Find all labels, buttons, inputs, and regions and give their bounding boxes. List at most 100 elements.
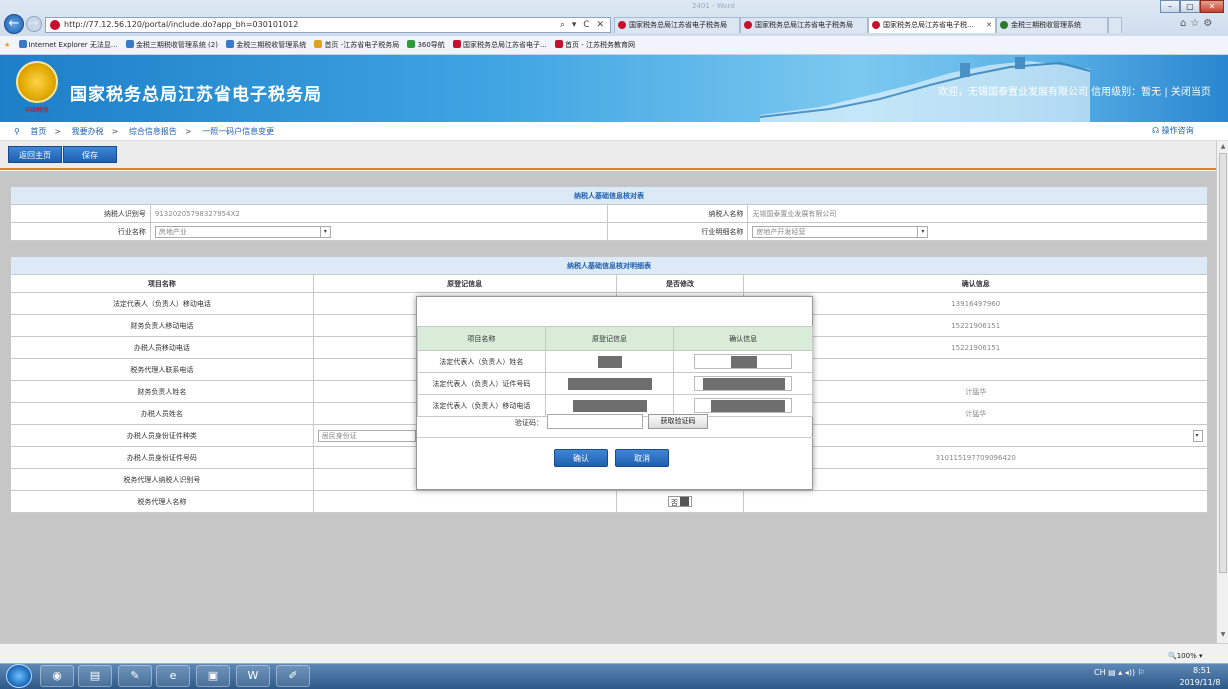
row-name: 办税人员姓名 — [10, 402, 314, 425]
row-confirm[interactable] — [743, 490, 1208, 513]
row-confirm[interactable]: 15221906151 — [743, 314, 1208, 337]
save-button[interactable]: 保存 — [63, 146, 117, 163]
maximize-button[interactable]: ▢ — [1180, 0, 1200, 13]
table-row: 法定代表人（负责人）证件号码 — [417, 372, 813, 395]
breadcrumb: ⚲ 首页 > 我要办税 > 综合信息报告 > 一照一码户信息变更 — [0, 122, 1228, 141]
id-type-value: 居民身份证 — [321, 431, 357, 440]
favorite-link[interactable]: 首页 -江苏省电子税务局 — [314, 40, 399, 49]
favorite-link[interactable]: 首页 - 江苏税务教育网 — [554, 40, 635, 49]
clock-time[interactable]: 8:51 — [1180, 666, 1224, 675]
site-title: 国家税务总局江苏省电子税务局 — [70, 85, 322, 105]
modified-value: 否 — [670, 499, 678, 507]
gear-icon[interactable]: ⚙ — [1203, 18, 1216, 29]
browser-tab[interactable]: 金税三期税收管理系统 — [996, 17, 1108, 33]
file-explorer-taskbar-icon[interactable]: ▤ — [78, 665, 112, 687]
minimize-button[interactable]: – — [1160, 0, 1180, 13]
favorite-link[interactable]: 金税三期税收管理系统 (2) — [125, 40, 218, 49]
redacted-block — [572, 399, 647, 412]
zoom-level[interactable]: 🔍100% ▾ — [1168, 652, 1202, 660]
forward-icon[interactable]: → — [26, 16, 42, 32]
back-home-button[interactable]: 返回主页 — [8, 146, 62, 163]
location-pin-icon: ⚲ — [14, 127, 20, 136]
action-toolbar: 返回主页 保存 — [0, 141, 1216, 170]
favorite-link[interactable]: 国家税务总局江苏省电子... — [453, 40, 547, 49]
industry-value: 房地产业 — [158, 227, 187, 236]
browser-360-taskbar-icon[interactable]: ◉ — [40, 665, 74, 687]
row-name: 财务负责人移动电话 — [10, 314, 314, 337]
home-icon[interactable]: ⌂ — [1180, 18, 1190, 29]
paint-taskbar-icon[interactable]: ✐ — [276, 665, 310, 687]
page-scrollbar[interactable]: ▲ ▼ — [1216, 141, 1228, 643]
favorites-bar: ★ Internet Explorer 无法显... 金税三期税收管理系统 (2… — [0, 36, 1228, 55]
favorites-star-icon[interactable]: ☆ — [1190, 18, 1203, 29]
internet-explorer-taskbar-icon[interactable]: e — [156, 665, 190, 687]
redacted-block — [567, 377, 652, 390]
breadcrumb-home[interactable]: 首页 — [30, 127, 46, 136]
verify-dialog: 项目名称 原登记信息 确认信息 法定代表人（负责人）姓名 法定代表人（负责人）证… — [416, 296, 813, 490]
address-bar[interactable]: http://77.12.56.120/portal/include.do?ap… — [45, 17, 611, 33]
confirm-phone-input[interactable] — [694, 398, 793, 413]
start-button[interactable] — [6, 664, 32, 688]
redacted-block — [731, 356, 758, 368]
confirm-id-type-select[interactable]: ▾ — [1193, 429, 1203, 442]
row-confirm[interactable]: 13916497960 — [743, 292, 1208, 315]
new-tab-button[interactable] — [1108, 17, 1122, 33]
help-link[interactable]: ☊ 操作咨询 — [1152, 125, 1194, 136]
confirm-button[interactable]: 确认 — [554, 449, 608, 467]
row-name: 法定代表人（负责人）移动电话 — [10, 292, 314, 315]
redacted-block — [597, 355, 622, 368]
modal-row-name: 法定代表人（负责人）移动电话 — [417, 394, 546, 417]
captcha-input[interactable] — [547, 414, 643, 429]
sticky-notes-taskbar-icon[interactable]: ✎ — [118, 665, 152, 687]
industry-detail-select[interactable]: 房地产开发经营 ▾ — [752, 225, 929, 238]
confirm-id-input[interactable] — [694, 376, 793, 391]
welcome-text[interactable]: 欢迎，无锡国泰置业发展有限公司 信用级别：暂无 | 关闭当页 — [938, 83, 1211, 98]
table-row: 法定代表人（负责人）姓名 — [417, 350, 813, 373]
network-taskbar-icon[interactable]: ▣ — [196, 665, 230, 687]
breadcrumb-tax[interactable]: 我要办税 — [72, 127, 104, 136]
close-window-button[interactable]: ✕ — [1200, 0, 1224, 13]
tab-favicon-icon — [744, 21, 752, 29]
basic-info-title: 纳税人基础信息核对表 — [10, 186, 1208, 205]
modal-row-name: 法定代表人（负责人）证件号码 — [417, 372, 546, 395]
scroll-down-icon[interactable]: ▼ — [1217, 631, 1228, 638]
row-confirm[interactable] — [743, 358, 1208, 381]
scroll-thumb[interactable] — [1219, 153, 1227, 573]
row-confirm[interactable]: 15221906151 — [743, 336, 1208, 359]
taxpayer-id-value: 91320205798327954X2 — [149, 204, 609, 223]
browser-tab-active[interactable]: 国家税务总局江苏省电子税... ✕ — [868, 17, 996, 33]
address-tools[interactable]: ⌕ ▾ C ✕ — [560, 18, 606, 32]
close-tab-icon[interactable]: ✕ — [986, 18, 992, 32]
favorites-star-icon[interactable]: ★ — [4, 41, 10, 49]
industry-detail-cell: 房地产开发经营 ▾ — [747, 222, 1208, 241]
tab-label: 国家税务总局江苏省电子税务局 — [629, 21, 727, 29]
scroll-up-icon[interactable]: ▲ — [1217, 143, 1228, 150]
breadcrumb-current[interactable]: 一照一码户信息变更 — [202, 127, 274, 136]
tab-label: 金税三期税收管理系统 — [1011, 21, 1081, 29]
row-confirm[interactable]: 计猛华 — [743, 380, 1208, 403]
modal-row-original — [544, 372, 675, 395]
browser-tab[interactable]: 国家税务总局江苏省电子税务局 — [614, 17, 740, 33]
clock-date[interactable]: 2019/11/8 — [1176, 678, 1224, 687]
cancel-button[interactable]: 取消 — [615, 449, 669, 467]
row-confirm[interactable]: 计猛华 — [743, 402, 1208, 425]
browser-tab[interactable]: 国家税务总局江苏省电子税务局 — [740, 17, 868, 33]
back-icon[interactable]: ← — [4, 14, 24, 34]
system-tray[interactable]: CH ▤ ▴ ◂)) ⚐ — [1094, 668, 1145, 677]
favorite-link[interactable]: 360导航 — [407, 40, 445, 49]
modal-col-item: 项目名称 — [417, 326, 546, 351]
breadcrumb-report[interactable]: 综合信息报告 — [129, 127, 177, 136]
industry-select[interactable]: 房地产业 ▾ — [154, 225, 331, 238]
confirm-name-input[interactable] — [694, 354, 793, 369]
site-favicon-icon — [50, 20, 60, 30]
get-captcha-button[interactable]: 获取验证码 — [648, 414, 708, 429]
word-taskbar-icon[interactable]: W — [236, 665, 270, 687]
modified-select[interactable]: 否 — [667, 496, 692, 507]
row-confirm[interactable]: 310115197709096420 — [743, 446, 1208, 469]
row-confirm[interactable] — [743, 468, 1208, 491]
favorite-link[interactable]: Internet Explorer 无法显... — [18, 40, 118, 49]
id-type-select[interactable]: 居民身份证 — [317, 429, 416, 442]
col-header-modified: 是否修改 — [615, 274, 745, 293]
ie-toolbar-icons[interactable]: ⌂☆⚙ — [1180, 18, 1216, 29]
favorite-link[interactable]: 金税三期税收管理系统 — [226, 40, 306, 49]
